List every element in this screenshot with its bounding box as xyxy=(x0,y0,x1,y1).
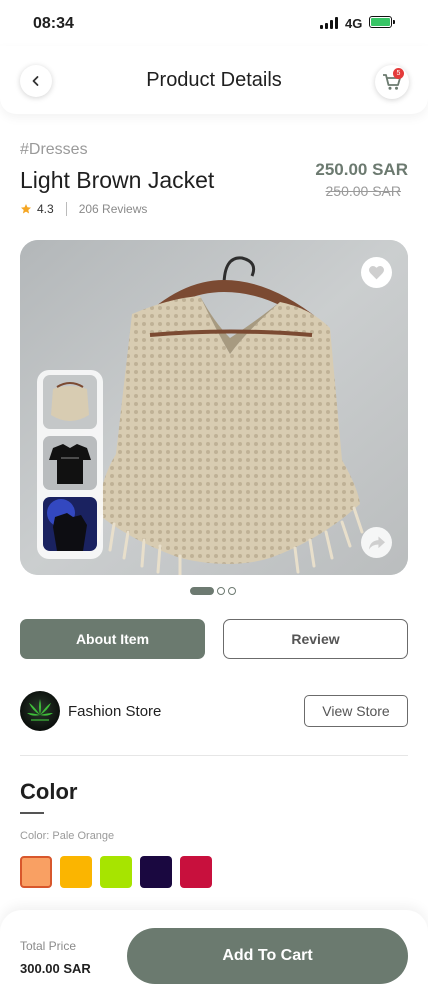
thumbnail-image xyxy=(43,497,97,551)
page-title: Product Details xyxy=(146,69,282,91)
section-divider xyxy=(20,755,408,756)
share-arrow-icon xyxy=(368,535,385,550)
add-to-cart-button[interactable]: Add To Cart xyxy=(127,928,408,984)
thumbnail-3[interactable] xyxy=(43,497,97,551)
store-avatar[interactable] xyxy=(20,691,60,731)
thumbnail-1[interactable] xyxy=(43,375,97,429)
carousel-dot[interactable] xyxy=(228,587,236,595)
color-swatch[interactable] xyxy=(60,856,92,888)
product-image-carousel[interactable] xyxy=(20,240,408,575)
checkout-bar: Total Price 300.00 SAR Add To Cart xyxy=(0,910,428,1000)
share-button[interactable] xyxy=(361,527,392,558)
product-name: Light Brown Jacket xyxy=(20,167,215,193)
color-swatch[interactable] xyxy=(140,856,172,888)
status-time: 08:34 xyxy=(33,15,74,32)
rating-row: 4.3 206 Reviews xyxy=(20,202,147,216)
rating-divider xyxy=(65,202,67,216)
heart-icon xyxy=(369,266,384,280)
thumbnail-strip xyxy=(37,370,103,559)
product-old-price: 250.00 SAR xyxy=(325,183,402,199)
star-icon xyxy=(21,204,31,214)
title-underline xyxy=(20,812,44,814)
carousel-indicator xyxy=(190,587,236,595)
signal-icon xyxy=(320,17,340,29)
total-price-value: 300.00 SAR xyxy=(20,961,91,976)
rating-value: 4.3 xyxy=(37,202,54,216)
leaf-logo-icon xyxy=(27,699,53,721)
color-swatch[interactable] xyxy=(180,856,212,888)
status-bar: 08:34 4G xyxy=(0,0,428,46)
color-section-title: Color xyxy=(20,779,78,804)
product-price: 250.00 SAR xyxy=(315,160,408,179)
network-type: 4G xyxy=(345,16,363,31)
cart-badge: 5 xyxy=(393,68,404,79)
tab-review[interactable]: Review xyxy=(223,619,408,659)
app-header: Product Details 5 xyxy=(0,46,428,114)
color-swatch[interactable] xyxy=(100,856,132,888)
cart-button[interactable]: 5 xyxy=(375,65,409,99)
tab-about-item[interactable]: About Item xyxy=(20,619,205,659)
view-store-button[interactable]: View Store xyxy=(304,695,408,727)
store-name: Fashion Store xyxy=(68,703,162,720)
thumbnail-image xyxy=(43,375,97,429)
battery-icon xyxy=(369,16,395,28)
reviews-link[interactable]: 206 Reviews xyxy=(79,202,148,216)
selected-color-label: Color: Pale Orange xyxy=(20,830,115,842)
carousel-dot[interactable] xyxy=(217,587,225,595)
color-swatch[interactable] xyxy=(20,856,52,888)
thumbnail-2[interactable] xyxy=(43,436,97,490)
thumbnail-image xyxy=(43,436,97,490)
total-price-label: Total Price xyxy=(20,939,77,953)
color-swatches xyxy=(20,856,212,888)
favorite-button[interactable] xyxy=(361,257,392,288)
carousel-dot[interactable] xyxy=(190,587,214,595)
product-category: #Dresses xyxy=(20,141,88,158)
